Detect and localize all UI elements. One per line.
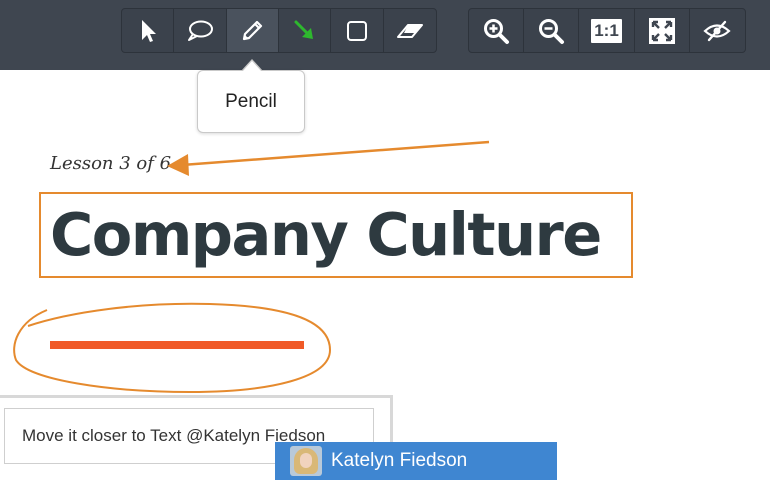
arrow-annotation[interactable] (167, 140, 490, 176)
zoom-in-button[interactable] (469, 9, 525, 52)
comment-tool-button[interactable] (174, 9, 227, 52)
lesson-label: Lesson 3 of 6 (50, 153, 172, 174)
freehand-ellipse-annotation[interactable] (13, 302, 332, 394)
rectangle-annotation[interactable] (39, 192, 633, 278)
one-to-one-icon: 1:1 (591, 18, 622, 43)
cursor-arrow-icon (141, 19, 156, 42)
view-tools-group: 1:1 (468, 8, 746, 53)
arrow-tool-button[interactable] (279, 9, 332, 52)
pencil-icon (243, 20, 263, 40)
tooltip-pointer-fill (242, 61, 262, 72)
drawing-tools-group (121, 8, 437, 53)
zoom-in-icon (484, 18, 510, 44)
fit-screen-button[interactable] (635, 9, 690, 52)
toggle-visibility-button[interactable] (690, 9, 745, 52)
eraser-tool-button[interactable] (384, 9, 436, 52)
eraser-icon (396, 23, 423, 38)
tooltip-text: Pencil (225, 90, 277, 112)
speech-bubble-icon (187, 20, 213, 41)
pointer-tool-button[interactable] (122, 9, 175, 52)
pencil-tooltip: Pencil (197, 70, 305, 133)
annotation-toolbar: 1:1 (0, 0, 770, 70)
zoom-out-button[interactable] (524, 9, 580, 52)
mention-name: Katelyn Fiedson (331, 450, 468, 471)
eye-slash-icon (703, 20, 732, 41)
actual-size-button[interactable]: 1:1 (579, 9, 635, 52)
square-icon (346, 20, 367, 41)
green-arrow-icon (294, 20, 313, 39)
mention-suggestion[interactable]: Katelyn Fiedson (275, 442, 557, 480)
zoom-out-icon (539, 18, 565, 44)
pencil-tool-button[interactable] (226, 9, 279, 52)
avatar (290, 446, 322, 476)
rectangle-tool-button[interactable] (331, 9, 384, 52)
expand-arrows-icon (648, 17, 675, 44)
